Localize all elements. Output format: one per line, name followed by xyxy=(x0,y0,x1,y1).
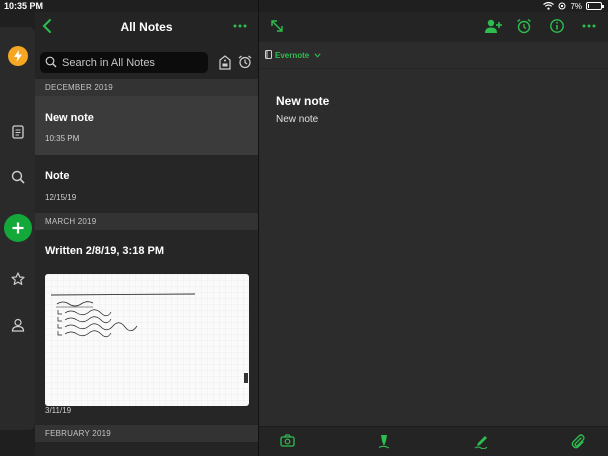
note-title: New note xyxy=(45,112,94,124)
editor-more-button[interactable] xyxy=(581,18,599,36)
editor-toolbar xyxy=(259,12,608,42)
shortcuts-nav-button[interactable] xyxy=(0,270,35,288)
note-icon xyxy=(11,125,24,139)
notebook-name: Evernote xyxy=(275,51,310,60)
camera-button[interactable] xyxy=(280,434,296,450)
search-icon xyxy=(11,170,25,184)
account-nav-button[interactable] xyxy=(0,316,35,334)
info-button[interactable] xyxy=(549,18,567,36)
search-nav-button[interactable] xyxy=(0,168,35,186)
premium-button[interactable] xyxy=(0,45,35,67)
note-list-panel: All Notes DECEMBER 2019 New note 10:35 P… xyxy=(35,12,258,456)
list-title: All Notes xyxy=(120,20,173,34)
note-title: Note xyxy=(45,170,70,182)
status-time: 10:35 PM xyxy=(4,1,44,11)
chevron-down-icon xyxy=(314,53,322,59)
note-date: 12/15/19 xyxy=(45,193,77,202)
camera-icon xyxy=(280,434,295,447)
paperclip-icon xyxy=(571,434,585,449)
battery-icon xyxy=(586,2,604,10)
lightning-icon xyxy=(7,46,28,66)
info-icon xyxy=(550,19,564,33)
notes-nav-button[interactable] xyxy=(0,123,35,141)
expand-button[interactable] xyxy=(269,18,287,36)
navigation-rail xyxy=(0,27,35,430)
new-note-button[interactable] xyxy=(0,213,35,243)
section-header: FEBRUARY 2019 xyxy=(35,425,258,442)
status-indicators: 7% xyxy=(543,0,604,12)
pen-icon xyxy=(378,435,390,449)
note-list-item[interactable]: New note 10:35 PM xyxy=(35,96,258,155)
note-date: 10:35 PM xyxy=(45,134,80,143)
plus-icon xyxy=(3,214,32,242)
section-header: DECEMBER 2019 xyxy=(35,79,258,96)
search-input[interactable] xyxy=(57,52,205,73)
list-more-button[interactable] xyxy=(232,18,248,34)
reminder-button[interactable] xyxy=(516,18,534,36)
person-icon xyxy=(11,318,24,332)
notebook-icon xyxy=(265,50,272,59)
more-icon xyxy=(582,24,596,28)
star-icon xyxy=(10,272,25,285)
tag-icon xyxy=(219,55,231,70)
note-date: 3/11/19 xyxy=(45,406,72,415)
expand-icon xyxy=(271,20,283,32)
rotation-lock-icon xyxy=(558,2,566,10)
alarm-icon xyxy=(238,55,252,69)
pencil-icon xyxy=(474,436,488,450)
note-title-field[interactable]: New note xyxy=(276,94,329,108)
note-body-field[interactable]: New note xyxy=(276,114,318,125)
add-person-icon xyxy=(485,19,502,33)
tag-filter-button[interactable] xyxy=(219,55,231,75)
list-header: All Notes xyxy=(35,12,258,42)
handwritten-sketch xyxy=(45,274,249,406)
handwriting-button[interactable] xyxy=(474,434,490,450)
battery-percent: 7% xyxy=(570,1,582,11)
section-header: MARCH 2019 xyxy=(35,213,258,230)
note-editor: Evernote New note New note xyxy=(259,12,608,456)
more-icon xyxy=(233,24,247,28)
note-thumbnail xyxy=(45,274,249,406)
sketch-button[interactable] xyxy=(377,434,393,450)
note-list-item[interactable]: Note 12/15/19 xyxy=(35,155,258,213)
share-button[interactable] xyxy=(484,18,502,36)
status-bar: 10:35 PM 7% xyxy=(0,0,608,12)
search-box xyxy=(40,52,208,73)
note-title: Written 2/8/19, 3:18 PM xyxy=(45,245,165,257)
alarm-icon xyxy=(517,18,531,34)
editor-bottom-toolbar xyxy=(259,426,608,456)
reminder-filter-button[interactable] xyxy=(238,55,252,74)
search-icon xyxy=(45,56,57,68)
attach-button[interactable] xyxy=(571,434,587,450)
notebook-selector[interactable]: Evernote xyxy=(275,51,322,60)
wifi-icon xyxy=(543,2,555,10)
